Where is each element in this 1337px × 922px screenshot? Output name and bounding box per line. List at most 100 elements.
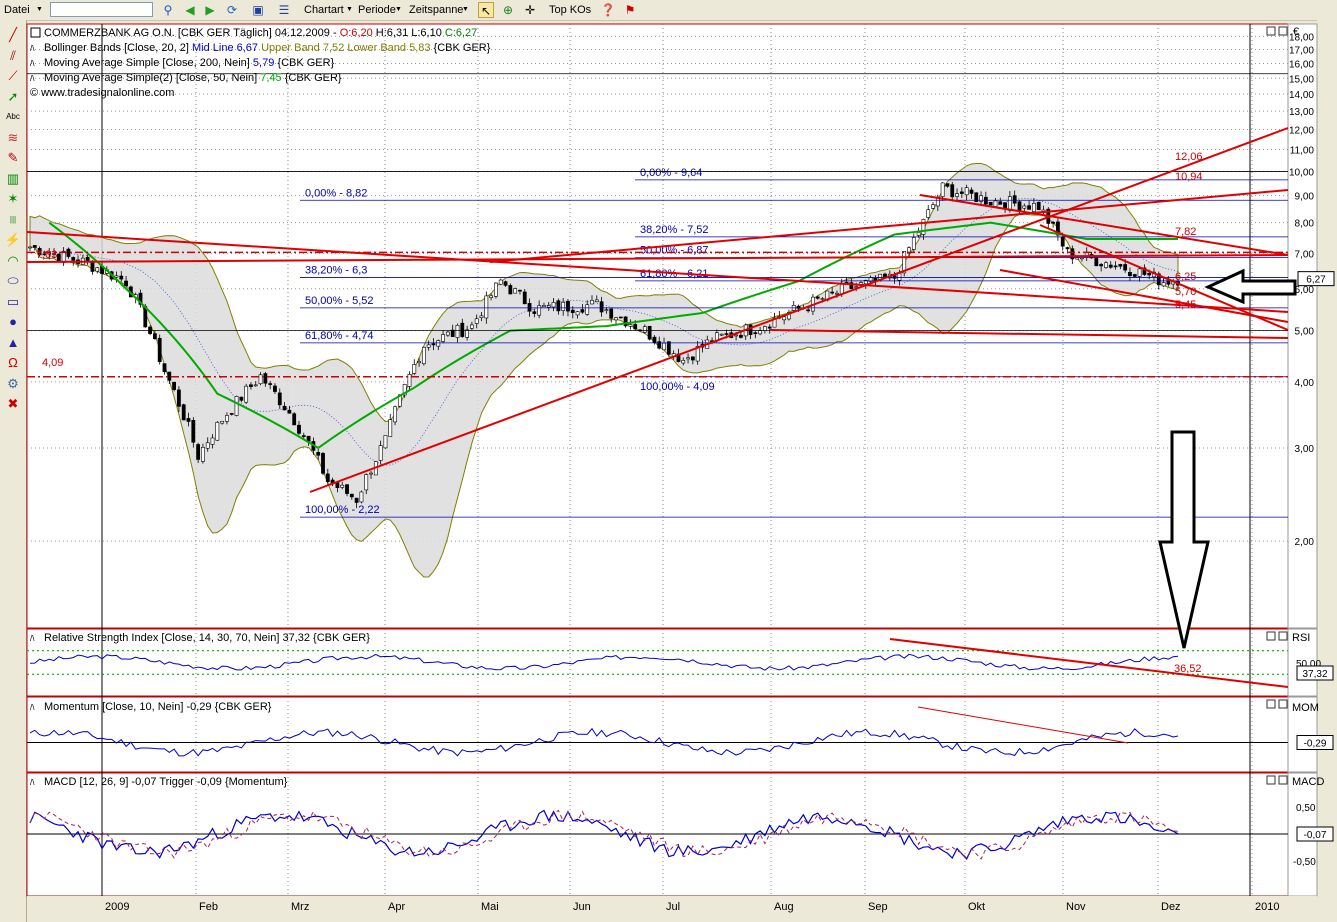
y-tick-label: 10,00 [1289,167,1314,178]
candle [345,485,348,494]
close-icon[interactable] [1279,27,1287,35]
candle [1008,197,1011,211]
trend-label: 6,25 [1175,271,1196,283]
candle [1162,283,1165,286]
candle [336,483,339,488]
x-tick-label: Jun [573,901,591,913]
candle [393,407,396,422]
trend-label: 5,45 [1175,299,1196,311]
candle [893,276,896,279]
candle [600,302,603,312]
x-tick-label: Nov [1066,901,1086,913]
indicator-icon: /\ [30,778,35,787]
legend-line: Bollinger Bands [Close, 20, 2] Mid Line … [44,42,491,54]
macd-value: -0,07 [1304,830,1327,841]
candle [1052,222,1055,223]
x-tick-label: Sep [868,901,888,913]
y-tick-label: 7,00 [1295,249,1315,260]
candle [816,297,819,298]
candle [931,205,934,209]
candle [634,324,637,328]
candle [970,190,973,194]
close-icon[interactable] [1279,776,1287,784]
x-tick-label: Mrz [291,901,309,913]
candle [28,247,31,248]
indicator-icon: /\ [30,44,35,53]
candle [475,319,478,324]
candle [485,296,488,318]
candle [158,338,161,361]
candle [230,413,233,414]
current-price: 6,27 [1306,275,1326,286]
candle [898,273,901,280]
candle [269,384,272,385]
candle [547,306,550,308]
legend-line: © www.tradesignalonline.com [30,87,174,99]
candle [763,327,766,331]
candle [490,296,493,298]
candle [951,185,954,197]
y-tick-label: 15,00 [1289,74,1314,85]
restore-icon[interactable] [1267,27,1275,35]
candle [33,245,36,247]
candle [350,494,353,497]
candle [225,415,228,421]
restore-icon[interactable] [1267,632,1275,640]
candle [1124,264,1127,270]
trend-label: 10,94 [1175,171,1203,183]
restore-icon[interactable] [1267,700,1275,708]
restore-icon[interactable] [1267,776,1275,784]
candle [504,282,507,286]
candle [177,390,180,407]
candle [586,305,589,315]
legend-line: Moving Average Simple(2) [Close, 50, Nei… [44,72,342,84]
trend-label: 12,06 [1175,151,1203,163]
legend-line: Moving Average Simple [Close, 200, Nein]… [44,57,335,69]
candle [542,305,545,306]
fib-label-right: 100,00% - 4,09 [640,381,715,393]
candle [437,341,440,347]
rsi-value: 37,32 [1302,669,1327,680]
candle [955,194,958,197]
candle [341,485,344,487]
close-icon[interactable] [1279,700,1287,708]
candle [245,386,248,402]
candle [946,184,949,187]
x-tick-label: Mai [481,901,499,913]
candle [432,344,435,345]
candle [999,202,1002,205]
indicator-icon: /\ [30,703,35,712]
candle [494,283,497,296]
x-tick-label: Aug [774,901,794,913]
candle [821,299,824,300]
candle [264,374,267,384]
candle [725,334,728,335]
candle [293,414,296,425]
candle [153,334,156,339]
candle [590,300,593,304]
candle [249,385,252,387]
candle [528,303,531,311]
candle [456,325,459,337]
candle [379,446,382,461]
indicator-icon: /\ [30,634,35,643]
candle [1061,237,1064,246]
instrument-icon [31,28,40,37]
candle [566,301,569,311]
candle [187,418,190,421]
candle [1023,206,1026,208]
candle [408,374,411,386]
candle [1104,263,1107,268]
price-chart[interactable]: 18,0017,0016,0015,0014,0013,0012,0011,00… [0,0,1337,922]
candle [922,219,925,234]
candle [624,317,627,326]
candle [365,475,368,490]
candle [917,232,920,235]
candle [691,357,694,360]
candle [201,447,204,461]
candle [259,375,262,384]
candle [168,372,171,380]
x-tick-label: Okt [968,901,985,913]
close-icon[interactable] [1279,632,1287,640]
fib-label-right: 50,00% - 6,87 [640,245,709,257]
